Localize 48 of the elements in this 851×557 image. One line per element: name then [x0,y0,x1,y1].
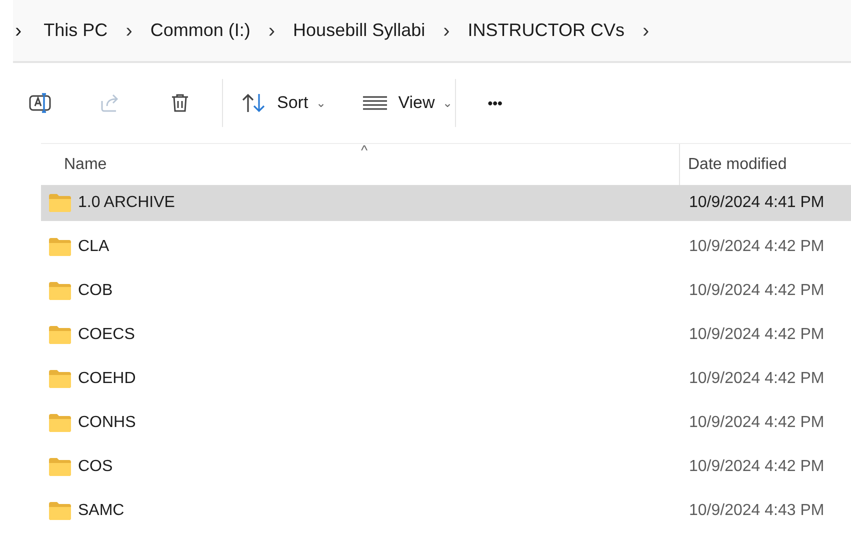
folder-icon [48,457,72,477]
folder-icon [48,237,72,257]
chevron-icon: › [15,16,40,46]
file-row[interactable]: COS 10/9/2024 4:42 PM [41,449,851,485]
date-modified: 10/9/2024 4:43 PM [689,501,824,521]
breadcrumb-item[interactable]: INSTRUCTOR CVs [464,17,628,44]
file-row[interactable]: COB 10/9/2024 4:42 PM [41,273,851,309]
date-modified: 10/9/2024 4:41 PM [689,193,824,213]
file-row[interactable]: COECS 10/9/2024 4:42 PM [41,317,851,353]
breadcrumb-item[interactable]: This PC [40,17,112,44]
file-name: SAMC [78,501,124,521]
file-name: COECS [78,325,135,345]
file-name: CONHS [78,413,136,433]
date-modified: 10/9/2024 4:42 PM [689,413,824,433]
folder-icon [48,413,72,433]
file-name: 1.0 ARCHIVE [78,193,175,213]
sort-button[interactable]: Sort ⌄ [235,86,332,120]
chevron-icon: › [628,16,664,46]
folder-icon [48,281,72,301]
folder-icon [48,325,72,345]
folder-icon [48,501,72,521]
file-row[interactable]: 1.0 ARCHIVE 10/9/2024 4:41 PM [41,185,851,221]
folder-icon [48,369,72,389]
breadcrumb-item[interactable]: Common (I:) [146,17,254,44]
file-row[interactable]: SAMC 10/9/2024 4:43 PM [41,493,851,529]
caret-icon: ⌄ [442,94,453,112]
file-row[interactable]: CLA 10/9/2024 4:42 PM [41,229,851,265]
date-modified: 10/9/2024 4:42 PM [689,457,824,477]
folder-icon [48,193,72,213]
caret-icon: ⌄ [316,94,326,112]
chevron-icon: › [429,16,464,46]
file-name: COEHD [78,369,136,389]
breadcrumb-item[interactable]: Housebill Syllabi [289,17,430,44]
date-modified: 10/9/2024 4:42 PM [689,325,824,345]
date-modified: 10/9/2024 4:42 PM [689,237,824,257]
chevron-icon: › [254,16,290,46]
file-name: CLA [78,237,110,257]
view-button[interactable]: View ⌄ [356,86,459,120]
file-name: COS [78,457,113,477]
file-row[interactable]: CONHS 10/9/2024 4:42 PM [41,405,851,441]
date-modified: 10/9/2024 4:42 PM [689,369,824,389]
date-modified: 10/9/2024 4:42 PM [689,281,824,301]
sort-arrows-icon [241,92,267,114]
file-name: COB [78,281,113,301]
more-options-button[interactable]: ••• [482,88,508,118]
file-row[interactable]: COEHD 10/9/2024 4:42 PM [41,361,851,397]
chevron-icon: › [112,16,146,46]
list-lines-icon [362,94,388,112]
